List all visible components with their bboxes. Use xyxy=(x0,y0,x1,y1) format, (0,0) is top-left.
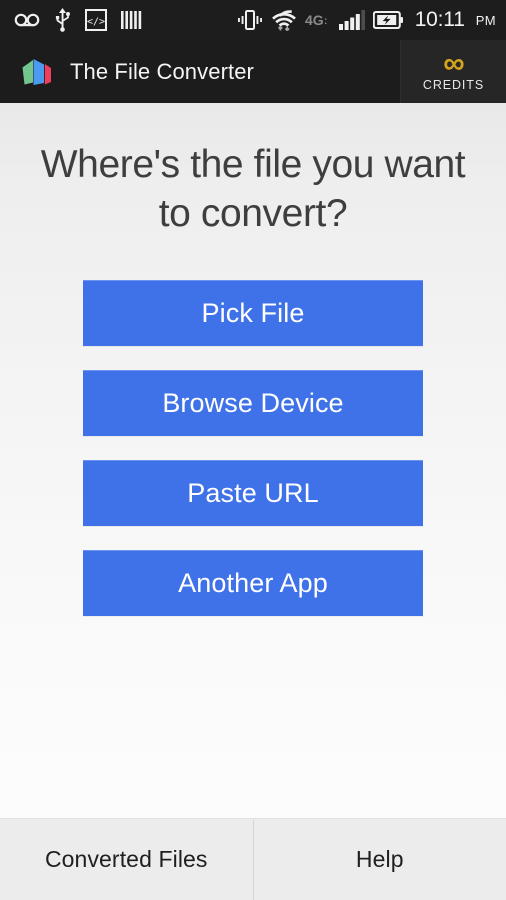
svg-text:</>: </> xyxy=(87,17,105,28)
status-bar: </> 4G: 10:11 PM xyxy=(0,0,506,40)
app-title: The File Converter xyxy=(70,58,254,84)
pick-file-button[interactable]: Pick File xyxy=(83,279,423,346)
usb-icon xyxy=(54,8,71,32)
status-bar-right-icons: 4G : 10:11 PM xyxy=(237,8,496,32)
another-app-button[interactable]: Another App xyxy=(83,549,423,616)
help-button[interactable]: Help xyxy=(254,819,506,900)
signal-bars-icon xyxy=(338,10,366,30)
svg-text:4G: 4G xyxy=(305,12,324,28)
bottom-bar: Converted Files Help xyxy=(0,818,506,900)
converted-files-button[interactable]: Converted Files xyxy=(0,819,253,900)
page-headline: Where's the file you want to convert? xyxy=(40,143,466,235)
wifi-icon xyxy=(271,9,297,32)
infinity-icon: ∞ xyxy=(443,47,464,81)
file-converter-logo-icon xyxy=(20,55,54,89)
developer-options-icon: </> xyxy=(85,9,107,31)
credits-button[interactable]: ∞ CREDITS xyxy=(400,40,506,103)
browse-device-button[interactable]: Browse Device xyxy=(83,369,423,436)
barcode-icon xyxy=(121,9,143,31)
app-root: </> 4G: 10:11 PM The File Converter ∞ C… xyxy=(0,0,506,900)
vibrate-icon xyxy=(237,9,263,31)
status-clock: 10:11 xyxy=(414,8,465,31)
action-button-stack: Pick File Browse Device Paste URL Anothe… xyxy=(83,279,423,616)
credits-label: CREDITS xyxy=(422,77,485,92)
app-bar: The File Converter ∞ CREDITS xyxy=(0,40,506,103)
status-clock-meridiem: PM xyxy=(475,12,496,28)
voicemail-icon xyxy=(14,12,40,28)
main-content: Where's the file you want to convert? Pi… xyxy=(0,103,506,818)
network-type-icon: 4G : xyxy=(305,12,331,28)
svg-text::: : xyxy=(324,16,327,27)
paste-url-button[interactable]: Paste URL xyxy=(83,459,423,526)
app-bar-title-area: The File Converter xyxy=(0,40,400,103)
battery-charging-icon xyxy=(372,11,403,29)
status-bar-left-icons: </> xyxy=(14,8,143,32)
